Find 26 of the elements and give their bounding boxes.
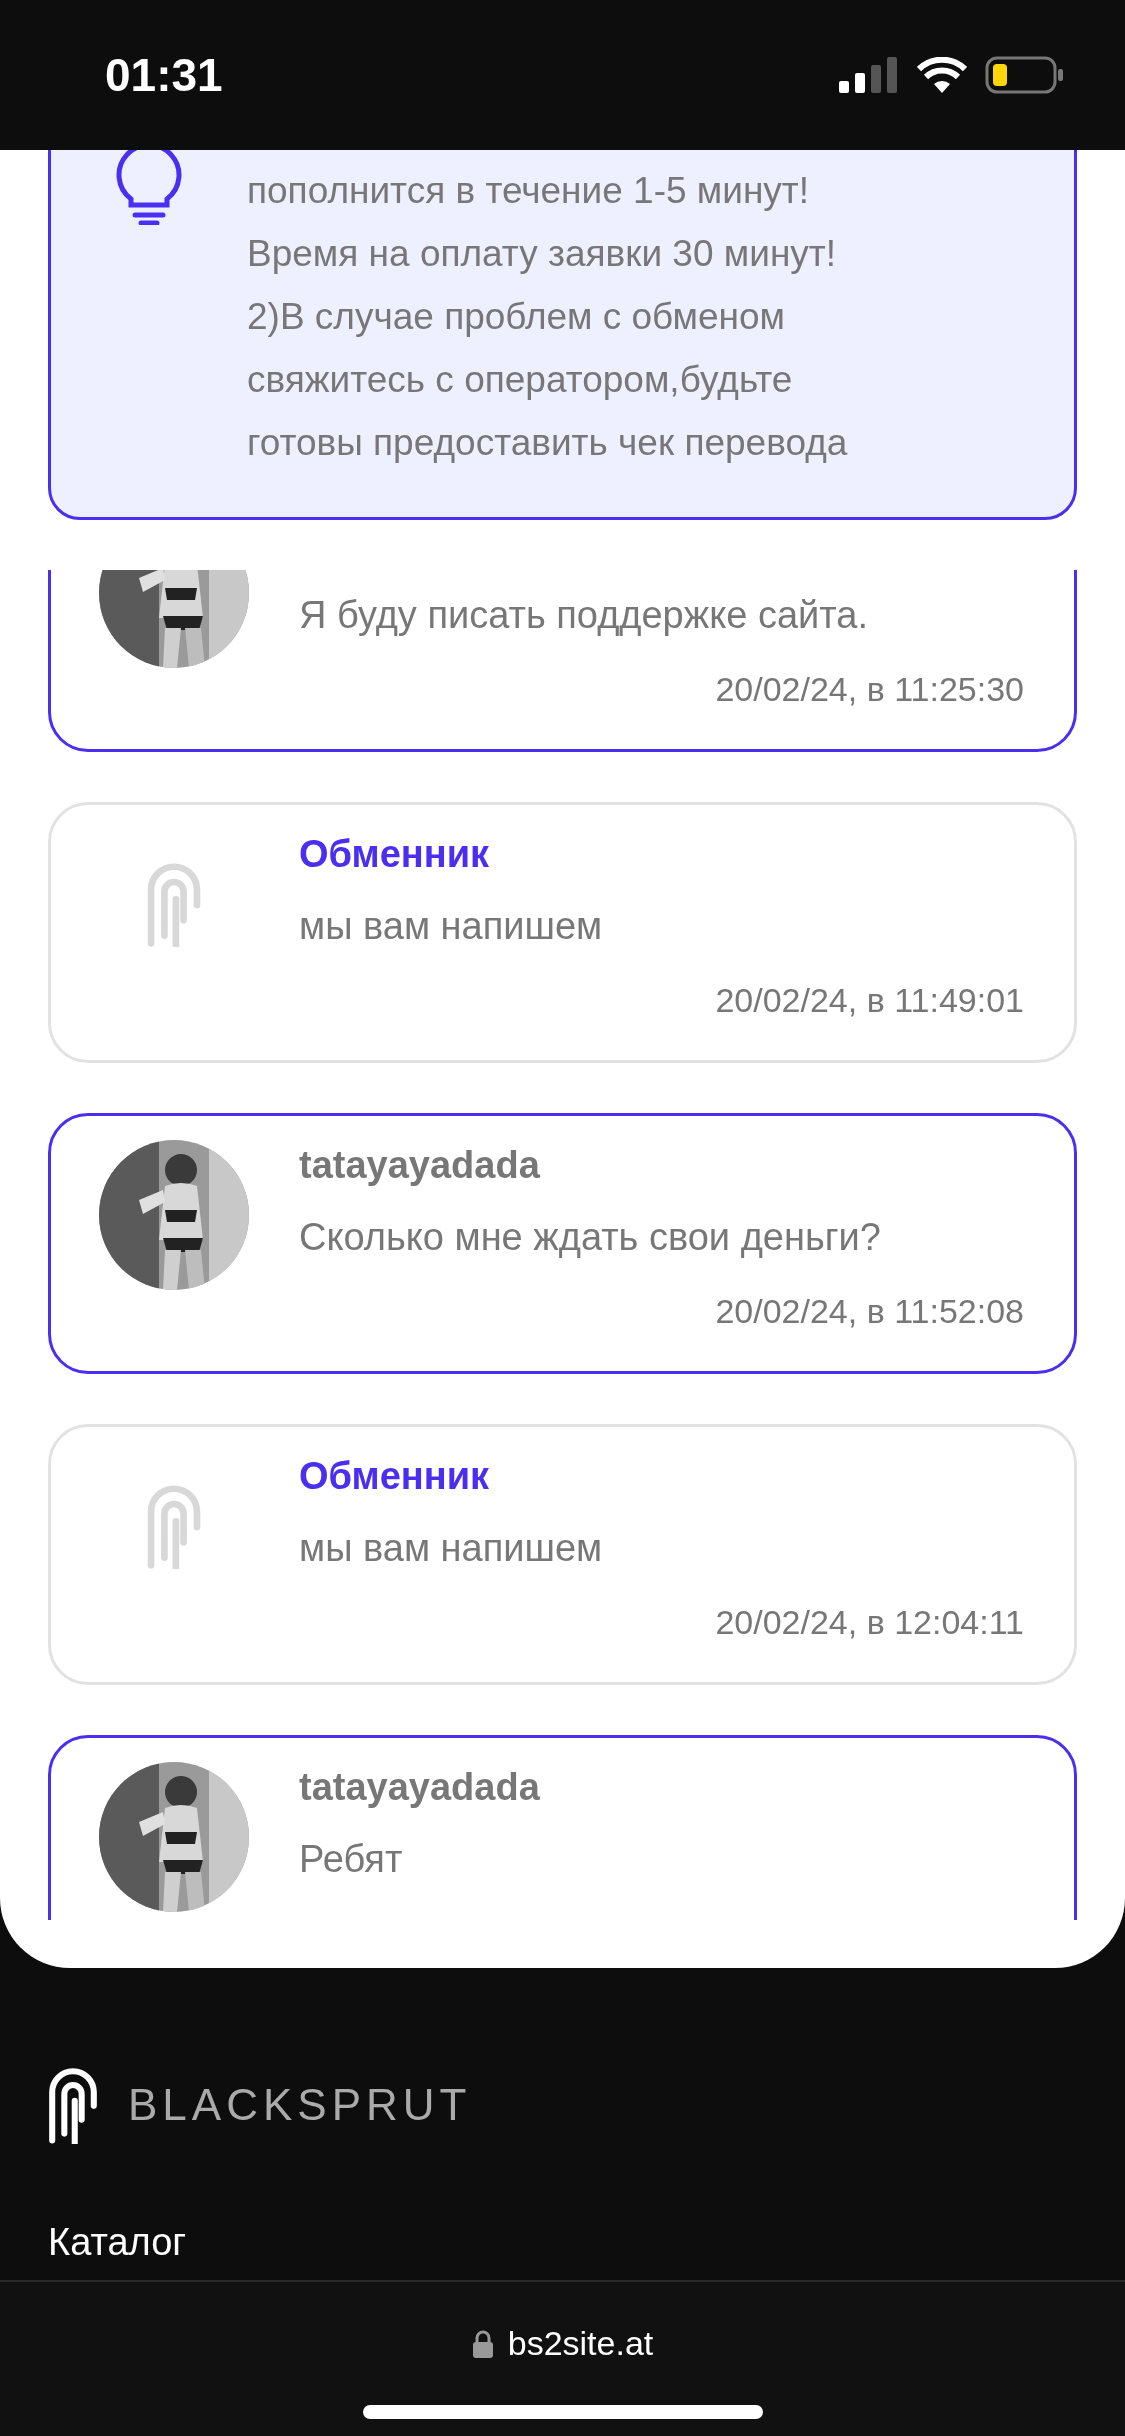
author-name: tatayayadada <box>299 1764 540 1810</box>
message-time: 20/02/24, в 11:49:01 <box>715 980 1024 1021</box>
message-time: 20/02/24, в 11:25:30 <box>715 669 1024 710</box>
battery-icon <box>985 55 1065 95</box>
author-name: tatayayadada <box>299 1142 540 1188</box>
status-time: 01:31 <box>105 47 223 103</box>
url-text[interactable]: bs2site.at <box>507 2318 654 2369</box>
footer-link[interactable]: Каталог <box>48 2214 187 2271</box>
author-name: Обменник <box>299 831 490 877</box>
message-text: Ребят <box>299 1837 404 1882</box>
message-text: Сколько мне ждать свои деньги? <box>299 1215 882 1260</box>
message-text: Я буду писать поддержке сайта. <box>299 593 869 638</box>
author-name: Обменник <box>299 1453 490 1499</box>
message-time: 20/02/24, в 12:04:11 <box>715 1602 1024 1643</box>
home-indicator[interactable] <box>362 2405 763 2419</box>
logo-icon <box>147 1483 201 1569</box>
message-text: мы вам напишем <box>299 1526 604 1571</box>
message-text: мы вам напишем <box>299 904 604 949</box>
logo-icon <box>147 861 201 947</box>
notice-text: пополнится в течение 1-5 минут! Время на оплату заявки 30 минут! 2)В случае проблем с обменом свяжитесь с оператором,будьте готовы предоставить чек перевода <box>247 169 848 465</box>
message-time: 20/02/24, в 11:52:08 <box>715 1291 1024 1332</box>
wifi-icon <box>917 57 967 93</box>
lock-icon <box>471 2329 494 2358</box>
signal-icon <box>839 57 899 93</box>
brand-name: BLACKSPRUT <box>128 2079 472 2131</box>
logo-icon <box>48 2066 98 2144</box>
